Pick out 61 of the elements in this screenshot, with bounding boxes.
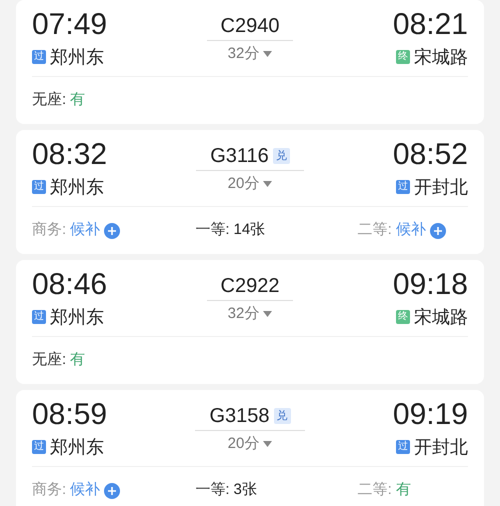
- station-type-badge: 终: [396, 310, 410, 324]
- add-icon[interactable]: [104, 482, 120, 498]
- departure-time: 08:59: [32, 398, 108, 432]
- station-type-badge: 过: [32, 310, 46, 324]
- arrival-time: 08:21: [392, 8, 468, 42]
- duration-dropdown[interactable]: 20分: [228, 433, 272, 456]
- caret-icon: [263, 51, 272, 58]
- seat-class-label: 商务:: [32, 480, 66, 500]
- train-card[interactable]: 08:32 过 郑州东 G3116 兑 20分 08:52 过 开封北 商务: 候补 一等: 14张 二等: 候补: [16, 130, 484, 254]
- train-card[interactable]: 08:59 过 郑州东 G3158 兑 20分 09:19 过 开封北 商务: 候补 一等: 3张 二等: 有: [16, 390, 484, 506]
- add-icon[interactable]: [430, 222, 446, 238]
- train-number: G3158: [209, 404, 270, 428]
- station-name: 郑州东: [50, 308, 104, 326]
- train-card[interactable]: 08:46 过 郑州东 C2922 32分 09:18 终 宋城路 无座: 有: [16, 260, 484, 384]
- exchange-tag: 兑: [272, 148, 290, 164]
- seat-availability: 14张: [234, 220, 266, 240]
- departure-time: 07:49: [32, 8, 108, 42]
- station-name: 郑州东: [50, 48, 104, 66]
- train-number: C2940: [220, 14, 280, 38]
- station-type-badge: 过: [396, 180, 410, 194]
- seat-availability: 3张: [234, 480, 257, 500]
- arrival-time: 09:19: [392, 398, 468, 432]
- station-type-badge: 过: [396, 440, 410, 454]
- duration-dropdown[interactable]: 32分: [228, 303, 272, 326]
- add-icon[interactable]: [104, 222, 120, 238]
- duration-dropdown[interactable]: 20分: [228, 173, 272, 196]
- departure-time: 08:32: [32, 138, 108, 172]
- duration-dropdown[interactable]: 32分: [228, 43, 272, 66]
- train-card[interactable]: 07:49 过 郑州东 C2940 32分 08:21 终 宋城路 无座: 有: [16, 0, 484, 124]
- train-number: C2922: [220, 274, 280, 298]
- departure-time: 08:46: [32, 268, 108, 302]
- seat-class-label: 二等:: [358, 480, 392, 500]
- station-name: 开封北: [414, 438, 468, 456]
- caret-icon: [263, 181, 272, 188]
- station-name: 郑州东: [50, 178, 104, 196]
- seat-availability: 候补: [70, 220, 100, 240]
- seat-availability: 有: [396, 480, 411, 500]
- exchange-tag: 兑: [274, 408, 291, 424]
- station-type-badge: 过: [32, 440, 46, 454]
- seat-availability: 候补: [70, 480, 100, 500]
- train-number: G3116: [210, 144, 269, 168]
- seat-class-label: 商务:: [32, 220, 66, 240]
- seat-availability: 有: [70, 90, 86, 110]
- caret-icon: [263, 311, 272, 318]
- seat-class-label: 无座:: [32, 350, 66, 370]
- seat-class-label: 一等:: [195, 220, 230, 240]
- station-type-badge: 过: [32, 180, 46, 194]
- caret-icon: [263, 441, 272, 448]
- station-name: 宋城路: [414, 308, 468, 326]
- station-type-badge: 终: [396, 50, 410, 64]
- arrival-time: 08:52: [392, 138, 468, 172]
- arrival-time: 09:18: [392, 268, 468, 302]
- station-name: 宋城路: [414, 48, 468, 66]
- seat-class-label: 二等:: [358, 220, 392, 240]
- seat-class-label: 无座:: [32, 90, 66, 110]
- seat-availability: 候补: [396, 220, 426, 240]
- seat-availability: 有: [70, 350, 86, 370]
- station-type-badge: 过: [32, 50, 46, 64]
- station-name: 郑州东: [50, 438, 104, 456]
- seat-class-label: 一等:: [195, 480, 230, 500]
- station-name: 开封北: [414, 178, 468, 196]
